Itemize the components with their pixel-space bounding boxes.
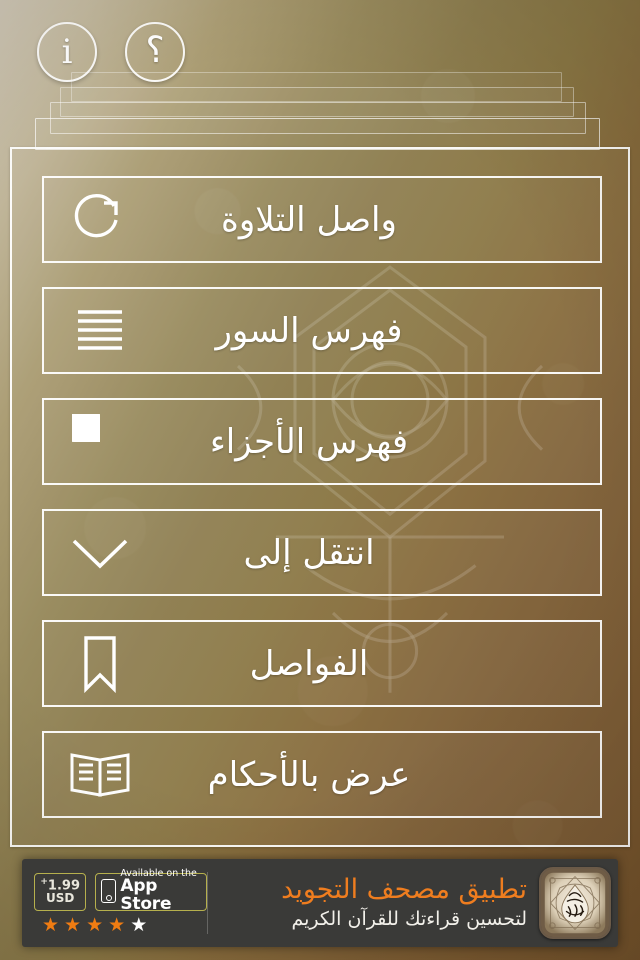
info-button[interactable]: i	[37, 22, 97, 82]
star-filled-icon: ★	[86, 913, 104, 936]
ad-subtitle: لتحسين قراءتك للقرآن الكريم	[291, 907, 527, 930]
ad-title: تطبيق مصحف التجويد	[281, 874, 527, 906]
price-amount: +1.99	[40, 876, 80, 893]
ad-badges-row: +1.99 USD Available on the App Store	[34, 868, 207, 913]
ad-banner[interactable]: +1.99 USD Available on the App Store ★ ★ ★…	[22, 859, 618, 947]
star-filled-icon: ★	[64, 913, 82, 936]
menu-item-continue-recitation[interactable]: واصل التلاوة	[42, 176, 602, 263]
refresh-icon	[64, 184, 136, 256]
help-button[interactable]: ؟	[125, 22, 185, 82]
info-icon: i	[61, 32, 73, 72]
price-currency: USD	[46, 891, 75, 906]
star-empty-icon: ★	[130, 913, 148, 936]
chevron-down-icon	[64, 517, 136, 589]
price-badge[interactable]: +1.99 USD	[34, 872, 87, 911]
rating-stars: ★ ★ ★ ★ ★	[34, 913, 148, 936]
main-menu-panel: واصل التلاوة فهرس السور فهرس الأجزاء انت…	[10, 147, 630, 847]
star-filled-icon: ★	[42, 913, 60, 936]
menu-list: واصل التلاوة فهرس السور فهرس الأجزاء انت…	[42, 176, 602, 818]
menu-item-tajweed-view[interactable]: عرض بالأحكام	[42, 731, 602, 818]
app-store-text: Available on the App Store	[120, 868, 199, 914]
ad-text-block: تطبيق مصحف التجويد لتحسين قراءتك للقرآن …	[208, 875, 539, 930]
price-plus-sign: +	[40, 876, 48, 887]
question-mark-icon: ؟	[145, 30, 165, 71]
menu-item-surah-index[interactable]: فهرس السور	[42, 287, 602, 374]
app-store-badge[interactable]: Available on the App Store	[95, 868, 207, 913]
menu-item-bookmarks[interactable]: الفواصل	[42, 620, 602, 707]
list-lines-icon	[64, 295, 136, 367]
quran-calligraphy-icon[interactable]	[539, 867, 611, 939]
iphone-icon	[101, 879, 117, 903]
stack-card-layer-4	[35, 118, 600, 150]
app-screen: i ؟ واصل التلاوة فهرس السور فهرس الأجزاء…	[0, 0, 640, 960]
star-filled-icon: ★	[108, 913, 126, 936]
ad-badges-column: +1.99 USD Available on the App Store ★ ★ ★…	[22, 859, 207, 947]
menu-item-go-to[interactable]: انتقل إلى	[42, 509, 602, 596]
open-book-icon	[64, 739, 136, 811]
menu-item-juz-index[interactable]: فهرس الأجزاء	[42, 398, 602, 485]
bookmark-icon	[64, 628, 136, 700]
pie-chart-icon	[64, 406, 136, 478]
app-store-line-2: App Store	[120, 876, 172, 914]
